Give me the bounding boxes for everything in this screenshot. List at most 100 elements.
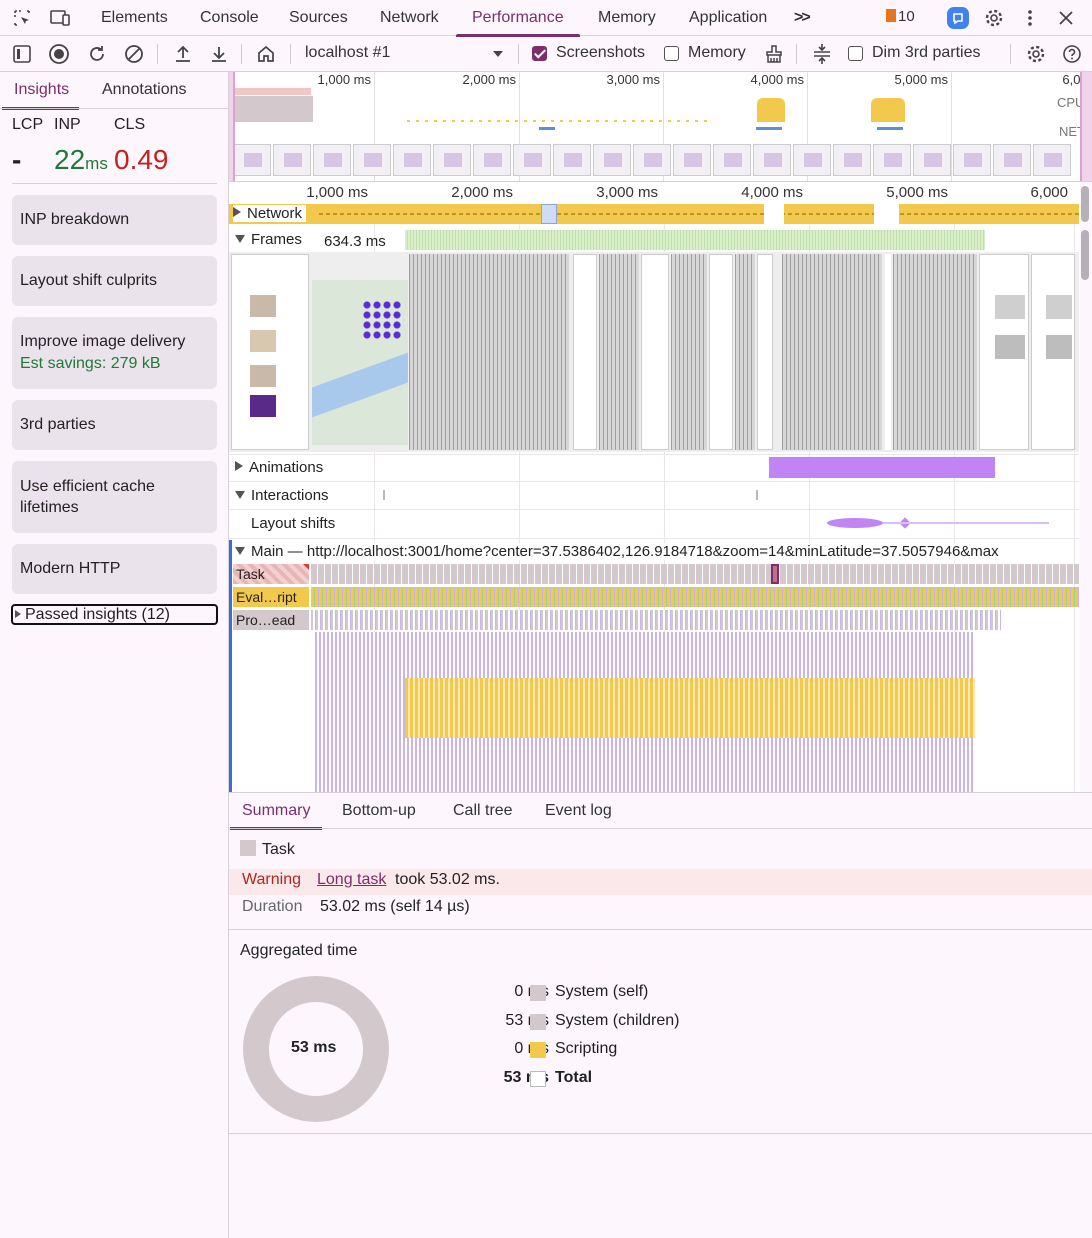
screenshot-thumbnail[interactable] [1033,144,1071,176]
toggle-sidebar-icon[interactable] [10,42,34,66]
screenshot-thumbnail[interactable] [473,144,511,176]
tab-network[interactable]: Network [380,0,439,36]
tab-event-log[interactable]: Event log [545,793,612,829]
parse-row[interactable] [311,610,1001,630]
timeline-overview[interactable]: 1,000 ms 2,000 ms 3,000 ms 4,000 ms 5,000 ms… [229,72,1092,182]
home-icon[interactable] [254,42,278,66]
screenshot-thumbnail[interactable] [553,144,591,176]
tab-annotations[interactable]: Annotations [102,72,187,108]
scrollbar-thumb[interactable] [1081,230,1089,280]
clear-icon[interactable] [122,42,146,66]
help-icon[interactable] [1060,42,1084,66]
collapse-tracks-icon[interactable] [810,42,834,66]
inspect-element-icon[interactable] [10,6,34,30]
tab-performance[interactable]: Performance [456,0,580,37]
scrollbar-thumb[interactable] [1081,186,1089,222]
collapse-arrow-icon [235,491,245,499]
upload-icon[interactable] [171,42,195,66]
call-stack-scripting[interactable] [405,678,975,738]
screenshot-thumbnail[interactable] [713,144,751,176]
tab-application[interactable]: Application [689,0,767,36]
row-swatch [530,985,546,1001]
capture-settings-icon[interactable] [1024,42,1048,66]
left-window-handle[interactable] [229,72,235,181]
insight-modern-http[interactable]: Modern HTTP [12,544,217,594]
tab-elements[interactable]: Elements [101,0,168,36]
target-select[interactable]: localhost #1 [305,44,390,62]
screenshot-thumbnail[interactable] [673,144,711,176]
animations-track-label[interactable]: Animations [235,459,328,476]
inp-number: 22 [54,144,86,175]
insight-title: Improve image delivery [20,333,186,350]
memory-checkbox[interactable] [664,46,679,61]
insight-improve-image-delivery[interactable]: Improve image delivery Est savings: 279 … [12,317,217,389]
tab-summary[interactable]: Summary [229,793,323,830]
thumbnail-content [524,153,542,167]
frame-screenshot-gray [735,254,755,450]
timeline-tick-label: 2,000 ms [451,184,513,201]
screenshot-thumbnail[interactable] [873,144,911,176]
list-thumbnail [995,335,1025,359]
settings-gear-icon[interactable] [982,6,1006,30]
task-row[interactable] [311,564,1079,584]
flame-chart[interactable]: 1,000 ms 2,000 ms 3,000 ms 4,000 ms 5,000 ms… [229,182,1092,792]
long-task-link[interactable]: Long task [317,871,386,889]
screenshot-thumbnail[interactable] [593,144,631,176]
interaction-marker[interactable] [383,490,385,500]
layout-shift-cluster[interactable] [827,518,883,528]
screenshot-thumbnail[interactable] [753,144,791,176]
device-toolbar-icon[interactable] [48,6,72,30]
download-icon[interactable] [207,42,231,66]
frames-track-label[interactable]: Frames [235,231,306,248]
reload-record-icon[interactable] [85,42,109,66]
tab-bottom-up[interactable]: Bottom-up [342,793,416,829]
insight-cache-lifetimes[interactable]: Use efficient cache lifetimes [12,461,217,533]
screenshot-thumbnail[interactable] [353,144,391,176]
chevron-down-icon[interactable] [486,42,510,66]
screenshot-thumbnail[interactable] [513,144,551,176]
screenshot-thumbnail[interactable] [433,144,471,176]
layout-shifts-track-label[interactable]: Layout shifts [251,515,340,532]
screenshot-thumbnail[interactable] [393,144,431,176]
more-tabs-button[interactable]: >> [794,0,811,36]
insight-layout-shift-culprits[interactable]: Layout shift culprits [12,256,217,306]
screenshot-thumbnail[interactable] [313,144,351,176]
main-thread-label[interactable]: Main — http://localhost:3001/home?center… [235,543,1003,560]
tab-console[interactable]: Console [200,0,259,36]
scripting-row[interactable] [311,587,1079,607]
issues-badge[interactable]: 10 [886,8,915,25]
screenshots-checkbox[interactable] [532,46,547,61]
right-window-handle[interactable] [1080,72,1092,181]
close-icon[interactable] [1054,6,1078,30]
screenshot-thumbnail[interactable] [273,144,311,176]
record-icon[interactable] [47,42,71,66]
overview-cpu-block [231,96,313,122]
screenshot-thumbnail[interactable] [993,144,1031,176]
screenshot-thumbnail[interactable] [793,144,831,176]
tab-insights[interactable]: Insights [1,72,80,110]
selected-task[interactable] [771,564,779,584]
screenshot-thumbnail[interactable] [953,144,991,176]
screenshot-thumbnail[interactable] [633,144,671,176]
dim-3rd-parties-checkbox[interactable] [848,46,863,61]
passed-insights-toggle[interactable]: Passed insights (12) [11,604,218,625]
tab-memory[interactable]: Memory [598,0,656,36]
interaction-marker[interactable] [756,490,758,500]
ai-assistant-icon[interactable] [946,6,970,30]
screenshot-thumbnail[interactable] [913,144,951,176]
more-options-icon[interactable] [1018,6,1042,30]
insights-sidebar: Insights Annotations LCP INP CLS - 22ms … [0,72,229,1238]
insight-3rd-parties[interactable]: 3rd parties [12,400,217,450]
track-divider [229,481,1079,482]
tab-call-tree[interactable]: Call tree [453,793,513,829]
screenshot-thumbnail[interactable] [833,144,871,176]
interactions-track-label[interactable]: Interactions [235,487,333,504]
animation-bar[interactable] [769,457,995,478]
network-track-label[interactable]: Network [233,205,307,222]
screenshot-thumbnail[interactable] [233,144,271,176]
tab-sources[interactable]: Sources [289,0,348,36]
insight-inp-breakdown[interactable]: INP breakdown [12,195,217,245]
cls-label: CLS [114,116,146,133]
garbage-collect-icon[interactable] [762,42,786,66]
row-name: Scripting [555,1040,618,1057]
